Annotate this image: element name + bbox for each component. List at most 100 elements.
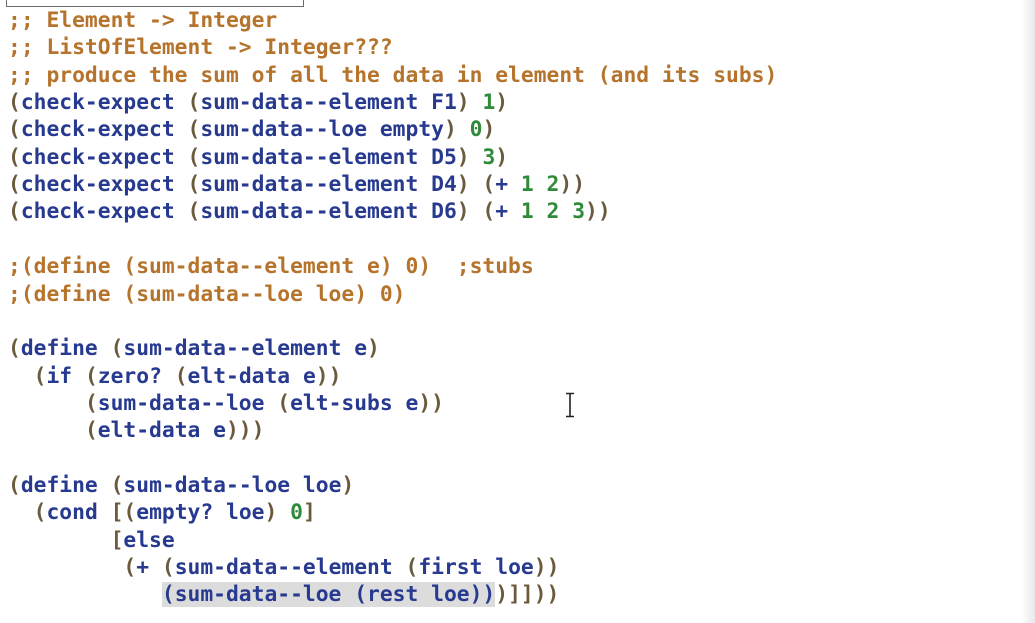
code-token-par: ) xyxy=(367,336,380,362)
code-token-id: check-expect xyxy=(20,144,188,170)
code-token-hl: (sum-data--loe (rest loe)) xyxy=(161,582,496,608)
code-token-id: if xyxy=(46,363,85,389)
code-editor[interactable]: ;; Element -> Integer;; ListOfElement ->… xyxy=(0,0,1035,623)
code-line: (check-expect (sum-data--element D6) (+ … xyxy=(8,198,611,225)
code-token-id xyxy=(8,391,85,416)
code-token-par: ) xyxy=(456,90,483,116)
code-token-par: ] xyxy=(302,500,316,526)
code-token-id: check-expect xyxy=(20,90,188,116)
code-token-cmt: ;(define (sum-data--loe loe) 0) xyxy=(8,281,406,307)
code-token-num: 1 2 3 xyxy=(520,199,586,225)
code-token-par: ( xyxy=(33,363,47,389)
code-token-id: check-expect xyxy=(20,199,188,225)
code-token-par: [ xyxy=(110,527,124,553)
code-token-id: else xyxy=(123,527,175,553)
code-token-id: cond xyxy=(46,500,111,526)
code-line: (check-expect (sum-data--loe empty) 0) xyxy=(8,116,495,143)
code-token-par: ) xyxy=(495,90,509,116)
code-token-par: ) xyxy=(482,117,496,143)
code-token-par: ( xyxy=(8,90,21,116)
code-line: ;; Element -> Integer xyxy=(8,7,277,34)
code-token-par: )]])) xyxy=(495,582,560,608)
code-token-par: ( xyxy=(8,172,21,198)
code-token-num: 1 2 xyxy=(520,172,560,198)
code-token-id xyxy=(8,555,123,580)
code-token-id xyxy=(8,418,85,443)
code-token-id xyxy=(8,364,34,389)
code-line: (elt-data e))) xyxy=(8,417,265,444)
code-token-par: ( xyxy=(123,555,137,580)
code-token-par: ) ( xyxy=(456,172,496,198)
code-token-cmt: ;(define (sum-data--element e) 0) ;stubs xyxy=(8,254,534,280)
code-token-par: ( xyxy=(277,390,291,416)
code-token-id: elt-data e xyxy=(97,418,226,444)
code-token-num: 1 xyxy=(482,90,496,116)
code-token-par: )) xyxy=(533,555,560,580)
code-token-par: ( xyxy=(84,418,98,444)
code-token-id: check-expect xyxy=(20,117,188,143)
code-token-id: + xyxy=(495,172,521,198)
code-token-cmt: ;; ListOfElement -> Integer??? xyxy=(8,35,393,61)
code-token-par: ( xyxy=(110,472,124,498)
code-token-id: first loe xyxy=(418,555,534,580)
code-line: (if (zero? (elt-data e)) xyxy=(8,363,342,390)
code-token-par: ( xyxy=(8,336,21,362)
code-token-par: ( xyxy=(187,90,201,116)
code-token-id xyxy=(8,500,34,525)
code-line: [else xyxy=(8,527,175,554)
code-token-id: elt-data e xyxy=(187,363,316,389)
code-token-par: ) xyxy=(341,472,355,498)
code-token-id: define xyxy=(20,336,111,362)
code-token-id: check-expect xyxy=(20,172,188,198)
code-token-id xyxy=(8,582,162,607)
code-token-par: ( xyxy=(187,172,201,198)
code-token-id: sum-data--element e xyxy=(123,336,368,362)
code-token-par: ) xyxy=(495,144,509,170)
code-token-par: [( xyxy=(110,500,137,526)
code-token-id: + xyxy=(495,199,521,225)
code-line: ;(define (sum-data--element e) 0) ;stubs xyxy=(8,253,534,280)
code-token-par: ( xyxy=(187,117,201,143)
editor-top-frame xyxy=(6,0,304,7)
code-token-par: )) xyxy=(315,363,342,389)
code-line: (define (sum-data--loe loe) xyxy=(8,472,354,499)
code-token-id: sum-data--element D5 xyxy=(200,144,457,170)
code-token-par: ))) xyxy=(225,418,265,444)
code-token-id: + xyxy=(136,555,162,580)
code-token-par: ( xyxy=(8,199,21,225)
code-line: ;; produce the sum of all the data in el… xyxy=(8,62,777,89)
code-token-id: sum-data--loe empty xyxy=(200,117,444,143)
code-token-id: empty? loe xyxy=(136,500,265,526)
code-token-cmt: ;; produce the sum of all the data in el… xyxy=(8,62,778,88)
code-token-par: ( xyxy=(8,117,21,143)
code-token-par: ( xyxy=(84,390,98,416)
code-line: (cond [(empty? loe) 0] xyxy=(8,499,316,526)
code-token-id: zero? xyxy=(97,363,175,389)
code-token-par: ) xyxy=(443,117,470,143)
code-token-id: sum-data--element xyxy=(174,555,406,580)
code-token-par: ( xyxy=(8,144,21,170)
code-line: ;; ListOfElement -> Integer??? xyxy=(8,34,393,61)
window-edge xyxy=(1021,0,1035,623)
code-token-par: ( xyxy=(187,144,201,170)
code-token-par: ) xyxy=(456,144,483,170)
code-token-num: 0 xyxy=(469,117,483,143)
code-token-id: sum-data--element F1 xyxy=(200,90,457,116)
code-token-par: ( xyxy=(174,363,188,389)
code-token-id: sum-data--element D4 xyxy=(200,172,457,198)
code-token-num: 0 xyxy=(290,500,303,526)
code-token-id: sum-data--loe xyxy=(97,390,278,416)
text-cursor-icon xyxy=(566,392,574,418)
code-token-id: elt-subs e xyxy=(290,390,419,416)
code-line: (sum-data--loe (rest loe)))]])) xyxy=(8,581,559,608)
code-line: (define (sum-data--element e) xyxy=(8,335,380,362)
code-line: (check-expect (sum-data--element D4) (+ … xyxy=(8,171,585,198)
code-token-id: sum-data--element D6 xyxy=(200,199,457,225)
code-token-id xyxy=(8,528,111,553)
code-token-par: ) xyxy=(264,500,291,526)
code-line: (check-expect (sum-data--element F1) 1) xyxy=(8,89,508,116)
code-token-num: 3 xyxy=(482,144,496,170)
code-line: (check-expect (sum-data--element D5) 3) xyxy=(8,144,508,171)
code-token-par: ) ( xyxy=(456,199,496,225)
code-token-par: ( xyxy=(33,500,47,526)
